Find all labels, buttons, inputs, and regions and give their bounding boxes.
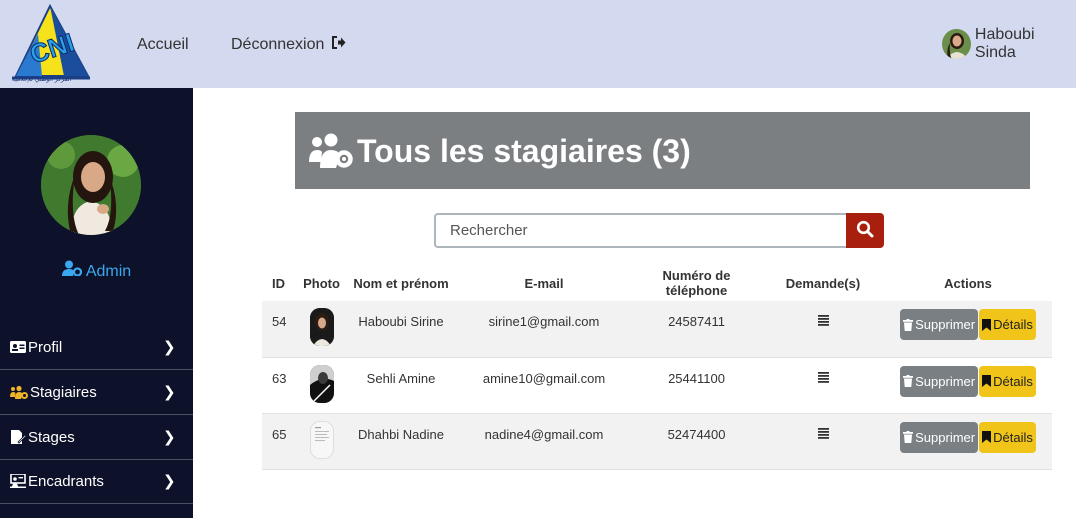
sidebar-item-label: Encadrants xyxy=(28,473,104,490)
sidebar-item-label: Stagiaires xyxy=(30,384,97,401)
users-cog-icon xyxy=(309,133,353,168)
column-header: Nom et prénom xyxy=(353,275,449,291)
cell-id: 65 xyxy=(262,413,298,470)
sidebar-item-profil[interactable]: Profil ❯ xyxy=(0,326,193,370)
details-label: Détails xyxy=(993,317,1033,332)
sidebar-item-stages[interactable]: Stages ❯ xyxy=(0,416,193,460)
chevron-right-icon: ❯ xyxy=(163,429,176,446)
logout-label: Déconnexion xyxy=(231,36,325,53)
stagiaire-photo[interactable] xyxy=(309,364,334,403)
sidebar-item-label: Stages xyxy=(28,429,75,446)
cell-phone: 52474400 xyxy=(631,413,762,470)
trash-icon xyxy=(903,318,914,331)
cell-actions: Supprimer Détails xyxy=(884,413,1052,470)
cell-id: 63 xyxy=(262,357,298,414)
cell-demandes xyxy=(762,413,884,470)
list-icon[interactable] xyxy=(817,315,829,326)
cell-id: 54 xyxy=(262,301,298,358)
page-title: Tous les stagiaires (3) xyxy=(357,133,691,169)
user-menu[interactable]: Haboubi Sinda xyxy=(942,26,1076,62)
bookmark-icon xyxy=(982,375,992,387)
user-cog-icon xyxy=(61,260,82,276)
sidebar-item-label: Profil xyxy=(28,339,63,356)
chevron-right-icon: ❯ xyxy=(163,384,176,401)
trash-icon xyxy=(903,375,914,387)
top-navbar: CNI المركز الوطني للإعلامية Accueil Déco… xyxy=(0,0,1076,88)
list-icon[interactable] xyxy=(817,371,829,383)
cell-photo xyxy=(298,301,345,358)
cell-photo xyxy=(298,357,345,414)
profile-avatar xyxy=(41,135,141,235)
search-bar xyxy=(434,213,884,248)
column-header: Demande(s) xyxy=(785,275,861,291)
cell-email: amine10@gmail.com xyxy=(457,357,631,414)
table-header-row: ID Photo Nom et prénom E-mail Numéro de … xyxy=(262,265,1052,301)
table-row: 54 Haboubi Sirine sirine1@gmail.com 2458… xyxy=(262,301,1052,358)
column-header: E-mail xyxy=(524,275,564,291)
details-button[interactable]: Détails xyxy=(979,421,1036,453)
sidebar-item-encadrants[interactable]: Encadrants ❯ xyxy=(0,460,193,504)
search-icon xyxy=(856,220,874,238)
chevron-right-icon: ❯ xyxy=(163,339,176,356)
page-title-bar: Tous les stagiaires (3) xyxy=(295,112,1030,189)
details-button[interactable]: Détails xyxy=(979,365,1036,397)
cell-actions: Supprimer Détails xyxy=(884,301,1052,358)
cell-email: nadine4@gmail.com xyxy=(457,413,631,470)
cell-phone: 24587411 xyxy=(631,301,762,358)
cell-demandes xyxy=(762,301,884,358)
table-row: 65 Dhahbi Nadine nadine4@gmail.com 52474… xyxy=(262,413,1052,470)
details-label: Détails xyxy=(993,373,1033,389)
users-cog-icon xyxy=(10,385,28,399)
cell-photo xyxy=(298,413,345,470)
delete-button[interactable]: Supprimer xyxy=(900,309,979,340)
id-card-icon xyxy=(10,341,26,353)
cell-name: Sehli Amine xyxy=(345,357,457,414)
column-header: Photo xyxy=(303,275,340,291)
column-header: ID xyxy=(272,275,285,291)
role-text: Admin xyxy=(85,263,132,280)
cell-phone: 25441100 xyxy=(631,357,762,414)
sidebar: Admin Profil ❯ Stagiaires ❯ Stages ❯ Enc… xyxy=(0,88,193,518)
delete-button[interactable]: Supprimer xyxy=(900,421,979,453)
delete-label: Supprimer xyxy=(915,429,976,445)
cell-demandes xyxy=(762,357,884,414)
cell-name: Dhahbi Nadine xyxy=(345,413,457,470)
delete-label: Supprimer xyxy=(915,317,976,332)
logo-caption: المركز الوطني للإعلامية xyxy=(12,76,72,83)
cni-logo[interactable]: CNI xyxy=(8,2,94,86)
search-button[interactable] xyxy=(846,213,884,248)
trash-icon xyxy=(903,431,914,443)
user-name: Haboubi Sinda xyxy=(974,26,1035,61)
chevron-right-icon: ❯ xyxy=(163,473,176,490)
nav-home-link[interactable]: Accueil xyxy=(137,36,189,54)
details-label: Détails xyxy=(993,429,1033,445)
sidebar-item-stagiaires[interactable]: Stagiaires ❯ xyxy=(0,371,193,415)
cell-actions: Supprimer Détails xyxy=(884,357,1052,414)
stagiaire-photo[interactable] xyxy=(309,420,334,459)
file-signature-icon xyxy=(11,430,26,444)
user-avatar xyxy=(942,29,971,59)
details-button[interactable]: Détails xyxy=(979,309,1036,340)
chalkboard-teacher-icon xyxy=(10,474,26,488)
stagiaires-table: ID Photo Nom et prénom E-mail Numéro de … xyxy=(262,265,1052,470)
table-row: 63 Sehli Amine amine10@gmail.com 2544110… xyxy=(262,357,1052,414)
bookmark-icon xyxy=(982,318,992,331)
cell-name: Haboubi Sirine xyxy=(345,301,457,358)
search-input[interactable] xyxy=(434,213,848,248)
list-icon[interactable] xyxy=(817,427,829,439)
column-header: Actions xyxy=(944,275,992,291)
bookmark-icon xyxy=(982,431,992,443)
stagiaire-photo[interactable] xyxy=(309,308,334,346)
delete-button[interactable]: Supprimer xyxy=(900,365,979,397)
column-header: Numéro de téléphone xyxy=(662,268,731,298)
sign-out-icon xyxy=(331,36,346,49)
cell-email: sirine1@gmail.com xyxy=(457,301,631,358)
role-label: Admin xyxy=(0,260,193,281)
nav-logout-link[interactable]: Déconnexion xyxy=(231,36,346,54)
delete-label: Supprimer xyxy=(915,373,976,389)
